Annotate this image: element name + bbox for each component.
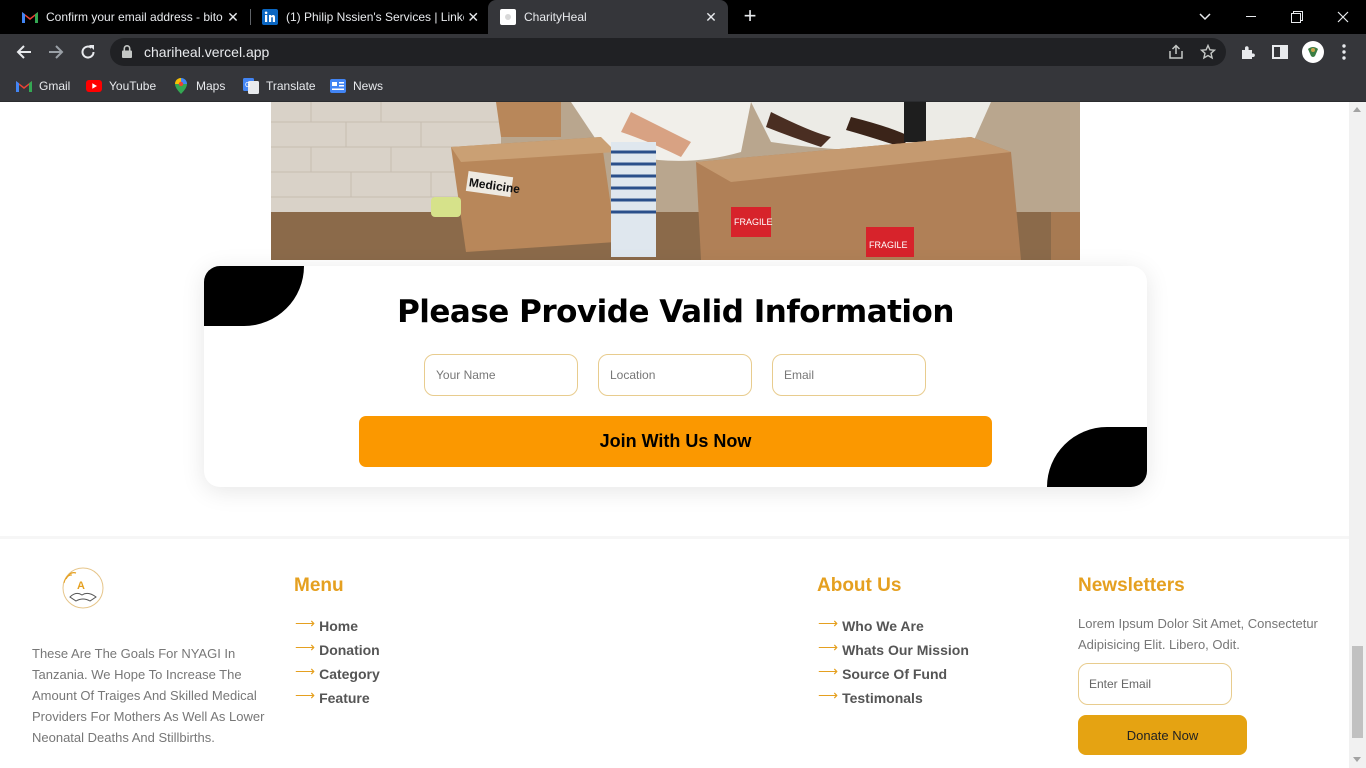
side-panel-icon[interactable] bbox=[1270, 42, 1290, 62]
maps-icon bbox=[173, 78, 189, 94]
close-tab-icon[interactable]: ✕ bbox=[702, 9, 720, 26]
link-label: Source Of Fund bbox=[842, 666, 948, 682]
forward-arrow-icon[interactable] bbox=[42, 38, 70, 66]
newsletter-email-input[interactable] bbox=[1078, 663, 1232, 705]
form-title: Please Provide Valid Information bbox=[397, 294, 954, 330]
site-footer: A These Are The Goals For NYAGI In Tanza… bbox=[0, 536, 1349, 768]
browser-tab-charityheal[interactable]: CharityHeal ✕ bbox=[488, 0, 728, 34]
donate-now-button[interactable]: Donate Now bbox=[1078, 715, 1247, 755]
lock-icon[interactable] bbox=[122, 45, 132, 63]
svg-text:G: G bbox=[245, 82, 250, 89]
name-input[interactable] bbox=[424, 354, 578, 396]
bookmark-maps[interactable]: Maps bbox=[173, 76, 225, 96]
link-label: Whats Our Mission bbox=[842, 642, 969, 658]
youtube-icon bbox=[86, 78, 102, 94]
gmail-icon bbox=[22, 9, 38, 25]
close-window-icon[interactable] bbox=[1320, 0, 1366, 34]
tab-search-icon[interactable] bbox=[1182, 0, 1228, 34]
join-with-us-button[interactable]: Join With Us Now bbox=[359, 416, 992, 467]
fragile-label-right: FRAGILE bbox=[869, 240, 908, 250]
arrow-right-icon: ⟶ bbox=[295, 662, 316, 679]
back-arrow-icon[interactable] bbox=[10, 38, 38, 66]
restore-icon[interactable] bbox=[1274, 0, 1320, 34]
browser-toolbar: chariheal.vercel.app bbox=[0, 34, 1366, 70]
about-link-mission[interactable]: ⟶ Whats Our Mission bbox=[818, 638, 969, 662]
footer-about-text: These Are The Goals For NYAGI In Tanzani… bbox=[32, 646, 265, 745]
link-label: Feature bbox=[319, 690, 370, 706]
about-us-heading: About Us bbox=[817, 575, 902, 596]
join-form-card: Please Provide Valid Information Join Wi… bbox=[204, 266, 1147, 487]
about-us-links: ⟶ Who We Are ⟶ Whats Our Mission ⟶ Source O… bbox=[818, 614, 969, 710]
newsletter-text: Lorem Ipsum Dolor Sit Amet, Consectetur … bbox=[1078, 616, 1318, 652]
bookmarks-bar: Gmail YouTube Maps G Translate News bbox=[0, 70, 1366, 102]
email-input[interactable] bbox=[772, 354, 926, 396]
link-label: Donation bbox=[319, 642, 380, 658]
bookmark-gmail[interactable]: Gmail bbox=[16, 76, 70, 96]
browser-tab-strip: Confirm your email address - bito ✕ (1) … bbox=[0, 0, 1366, 34]
minimize-icon[interactable] bbox=[1228, 0, 1274, 34]
decorative-corner-bottom-right bbox=[1047, 427, 1147, 487]
reload-icon[interactable] bbox=[74, 38, 102, 66]
newsletter-heading: Newsletters bbox=[1078, 575, 1185, 596]
about-link-source-of-fund[interactable]: ⟶ Source Of Fund bbox=[818, 662, 969, 686]
bookmark-label: YouTube bbox=[109, 79, 157, 93]
url-text[interactable]: chariheal.vercel.app bbox=[144, 44, 269, 60]
bookmark-news[interactable]: News bbox=[330, 76, 383, 96]
bookmark-label: Gmail bbox=[39, 79, 71, 93]
bookmark-star-icon[interactable] bbox=[1199, 43, 1217, 60]
menu-link-category[interactable]: ⟶ Category bbox=[295, 662, 380, 686]
menu-link-home[interactable]: ⟶ Home bbox=[295, 614, 380, 638]
scroll-down-arrow-icon[interactable] bbox=[1353, 757, 1361, 762]
svg-text:A: A bbox=[77, 580, 85, 592]
gmail-icon bbox=[16, 78, 32, 94]
link-label: Category bbox=[319, 666, 380, 682]
tab-title: Confirm your email address - bito bbox=[46, 10, 223, 24]
bookmark-label: Translate bbox=[266, 79, 316, 93]
browser-tab-gmail[interactable]: Confirm your email address - bito ✕ bbox=[0, 0, 250, 34]
location-input[interactable] bbox=[598, 354, 752, 396]
page-viewport: Medicine FRAGILE FRAGILE Please Provide … bbox=[0, 102, 1349, 768]
fragile-label-left: FRAGILE bbox=[734, 217, 773, 227]
bookmark-label: News bbox=[353, 79, 384, 93]
page-scrollbar[interactable] bbox=[1349, 102, 1366, 768]
link-label: Testimonals bbox=[842, 690, 923, 706]
arrow-right-icon: ⟶ bbox=[295, 638, 316, 655]
bookmark-label: Maps bbox=[196, 79, 226, 93]
arrow-right-icon: ⟶ bbox=[818, 662, 839, 679]
extensions-icon[interactable] bbox=[1238, 42, 1258, 62]
tab-title: (1) Philip Nssien's Services | Linke bbox=[286, 10, 465, 24]
scroll-up-arrow-icon[interactable] bbox=[1353, 107, 1361, 112]
arrow-right-icon: ⟶ bbox=[295, 614, 316, 631]
linkedin-icon bbox=[262, 9, 278, 25]
menu-links: ⟶ Home ⟶ Donation ⟶ Category ⟶ Feature bbox=[295, 614, 380, 710]
share-icon[interactable] bbox=[1168, 44, 1184, 60]
new-tab-button[interactable]: + bbox=[738, 5, 762, 29]
menu-link-donation[interactable]: ⟶ Donation bbox=[295, 638, 380, 662]
browser-tab-linkedin[interactable]: (1) Philip Nssien's Services | Linke ✕ bbox=[240, 0, 490, 34]
translate-icon: G bbox=[243, 78, 259, 94]
chrome-menu-icon[interactable] bbox=[1334, 42, 1354, 62]
arrow-right-icon: ⟶ bbox=[295, 686, 316, 703]
arrow-right-icon: ⟶ bbox=[818, 686, 839, 703]
arrow-right-icon: ⟶ bbox=[818, 638, 839, 655]
about-link-testimonals[interactable]: ⟶ Testimonals bbox=[818, 686, 969, 710]
profile-avatar[interactable] bbox=[1301, 40, 1325, 64]
tab-title: CharityHeal bbox=[524, 10, 587, 24]
news-icon bbox=[330, 78, 346, 94]
scrollbar-thumb[interactable] bbox=[1352, 646, 1363, 738]
bookmark-youtube[interactable]: YouTube bbox=[86, 76, 156, 96]
charity-logo[interactable]: A bbox=[60, 565, 106, 611]
link-label: Who We Are bbox=[842, 618, 924, 634]
page-icon bbox=[500, 9, 516, 25]
address-bar[interactable]: chariheal.vercel.app bbox=[110, 38, 1226, 66]
menu-link-feature[interactable]: ⟶ Feature bbox=[295, 686, 380, 710]
menu-heading: Menu bbox=[294, 575, 344, 596]
close-tab-icon[interactable]: ✕ bbox=[464, 9, 482, 26]
link-label: Home bbox=[319, 618, 358, 634]
volunteers-packing-boxes-image: Medicine FRAGILE FRAGILE bbox=[271, 102, 1080, 260]
about-link-who-we-are[interactable]: ⟶ Who We Are bbox=[818, 614, 969, 638]
bookmark-translate[interactable]: G Translate bbox=[243, 76, 316, 96]
arrow-right-icon: ⟶ bbox=[818, 614, 839, 631]
